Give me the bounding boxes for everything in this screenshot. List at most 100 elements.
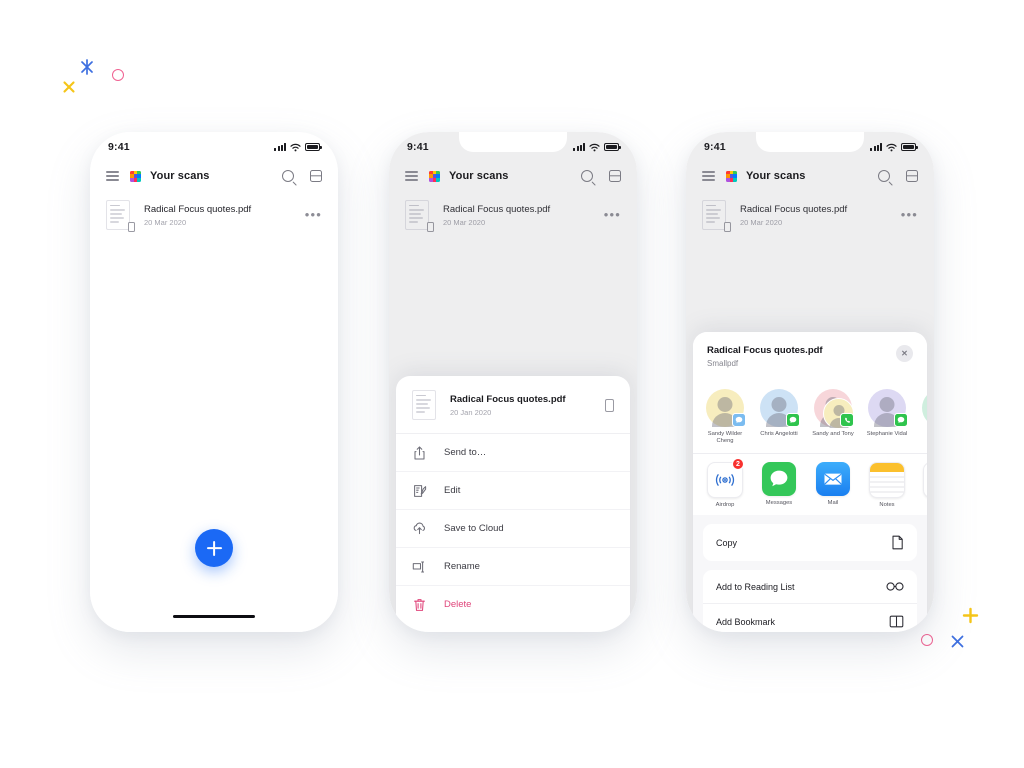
app-name: Messages <box>765 500 793 506</box>
contact-name: Stephanie Vidal <box>866 431 908 437</box>
close-x-icon[interactable]: ✕ <box>896 345 913 362</box>
mobile-device-icon <box>128 222 135 232</box>
wifi-icon <box>886 143 897 151</box>
app-item-airdrop[interactable]: 2 Airdrop <box>703 458 747 508</box>
menu-item-label: Rename <box>444 561 480 572</box>
app-name: Airdrop <box>715 502 735 508</box>
share-upload-icon <box>412 445 427 460</box>
notification-badge: 2 <box>732 458 744 470</box>
yellow-star-sparkle <box>961 606 980 630</box>
messages-icon <box>762 462 796 496</box>
header-actions <box>581 170 621 182</box>
messages-badge-icon <box>894 413 908 427</box>
battery-full-icon <box>604 143 621 151</box>
blue-x-sparkle <box>948 632 967 656</box>
cloud-upload-icon <box>412 521 427 536</box>
copy-document-icon <box>891 535 904 550</box>
smallpdf-logo-icon <box>429 170 440 182</box>
status-icons <box>573 143 621 152</box>
notes-icon <box>869 462 905 498</box>
search-icon[interactable] <box>581 170 593 182</box>
contact-name: Sandy Wilder Cheng <box>707 431 743 444</box>
signal-bars-icon <box>573 143 585 151</box>
device-notch <box>459 132 567 152</box>
list-item[interactable]: Radical Focus quotes.pdf 20 Mar 2020 ••• <box>90 190 338 240</box>
phone-2-context-menu: 9:41 Your scans Radical Focus quotes.pdf… <box>389 132 637 632</box>
contact-item[interactable]: A… <box>919 389 927 445</box>
contact-item[interactable]: Stephanie Vidal <box>865 389 909 445</box>
app-name: Mail <box>827 500 839 506</box>
context-menu-sheet: Radical Focus quotes.pdf 20 Jan 2020 Sen… <box>396 376 630 632</box>
phone-2-screen: 9:41 Your scans Radical Focus quotes.pdf… <box>389 132 637 632</box>
action-label: Add Bookmark <box>716 616 776 627</box>
more-options-icon[interactable]: ••• <box>305 208 322 221</box>
app-item-messages[interactable]: Messages <box>757 462 801 508</box>
app-header: Your scans <box>686 162 934 190</box>
avatar <box>922 389 927 427</box>
canvas: 9:41 Your scans Radical Focus quotes.pdf… <box>0 0 1024 768</box>
layout-toggle-icon[interactable] <box>310 170 322 182</box>
search-icon[interactable] <box>282 170 294 182</box>
page-title: Your scans <box>449 170 509 182</box>
avatar <box>760 389 800 427</box>
signal-bars-icon <box>870 143 882 151</box>
hamburger-menu-icon[interactable] <box>702 171 715 181</box>
signal-bars-icon <box>274 143 286 151</box>
share-title: Radical Focus quotes.pdf <box>707 345 823 356</box>
menu-item-save-to-cloud[interactable]: Save to Cloud <box>396 510 630 548</box>
app-item-reminders[interactable]: Re… <box>919 462 927 508</box>
action-add-bookmark[interactable]: Add Bookmark <box>703 604 917 632</box>
menu-item-send-to[interactable]: Send to… <box>396 434 630 472</box>
action-group-2: Add to Reading List Add Bookmark <box>703 570 917 632</box>
phone-1-screen: 9:41 Your scans Radical Focus quotes.pdf… <box>90 132 338 632</box>
rename-icon <box>412 559 427 574</box>
trash-delete-icon <box>412 597 427 612</box>
bookmark-book-icon <box>889 615 904 628</box>
contact-item[interactable]: Sandy and Tony <box>811 389 855 445</box>
wifi-icon <box>290 143 301 151</box>
mobile-device-icon <box>605 398 614 412</box>
pink-ring <box>112 69 124 81</box>
battery-full-icon <box>305 143 322 151</box>
share-actions: Copy Add to Reading List Add Bookmark <box>693 515 927 632</box>
smallpdf-logo-icon <box>130 170 141 182</box>
menu-item-label: Send to… <box>444 447 487 458</box>
home-indicator <box>173 615 255 618</box>
page-title: Your scans <box>150 170 210 182</box>
scan-file-list: Radical Focus quotes.pdf 20 Mar 2020 ••• <box>90 190 338 240</box>
messages-badge-icon <box>732 413 746 427</box>
file-date: 20 Jan 2020 <box>450 407 492 417</box>
action-copy[interactable]: Copy <box>703 524 917 561</box>
app-item-notes[interactable]: Notes <box>865 462 909 508</box>
mail-icon <box>816 462 850 496</box>
app-item-mail[interactable]: Mail <box>811 462 855 508</box>
contact-item[interactable]: Chris Angelotti <box>757 389 801 445</box>
header-actions <box>878 170 918 182</box>
menu-item-label: Delete <box>444 599 472 610</box>
smallpdf-logo-icon <box>726 170 737 182</box>
menu-item-label: Save to Cloud <box>444 523 504 534</box>
phone-badge-icon <box>840 413 854 427</box>
add-scan-fab[interactable] <box>195 529 233 567</box>
layout-toggle-icon[interactable] <box>609 170 621 182</box>
action-add-to-reading-list[interactable]: Add to Reading List <box>703 570 917 604</box>
edit-pencil-icon <box>412 483 427 498</box>
hamburger-menu-icon[interactable] <box>405 171 418 181</box>
battery-full-icon <box>901 143 918 151</box>
action-label: Copy <box>716 537 738 548</box>
menu-item-delete[interactable]: Delete <box>396 586 630 623</box>
blue-x-sparkle <box>78 58 96 81</box>
menu-item-rename[interactable]: Rename <box>396 548 630 586</box>
ios-share-sheet: Radical Focus quotes.pdf Smallpdf ✕ Sand… <box>693 332 927 632</box>
menu-item-edit[interactable]: Edit <box>396 472 630 510</box>
app-header: Your scans <box>389 162 637 190</box>
header-actions <box>282 170 322 182</box>
layout-toggle-icon[interactable] <box>906 170 918 182</box>
messages-badge-icon <box>786 413 800 427</box>
contact-item[interactable]: Sandy Wilder Cheng <box>703 389 747 445</box>
sheet-file-header: Radical Focus quotes.pdf 20 Jan 2020 <box>396 376 630 433</box>
menu-item-label: Edit <box>444 485 461 496</box>
search-icon[interactable] <box>878 170 890 182</box>
share-subtitle: Smallpdf <box>707 359 739 368</box>
hamburger-menu-icon[interactable] <box>106 171 119 181</box>
